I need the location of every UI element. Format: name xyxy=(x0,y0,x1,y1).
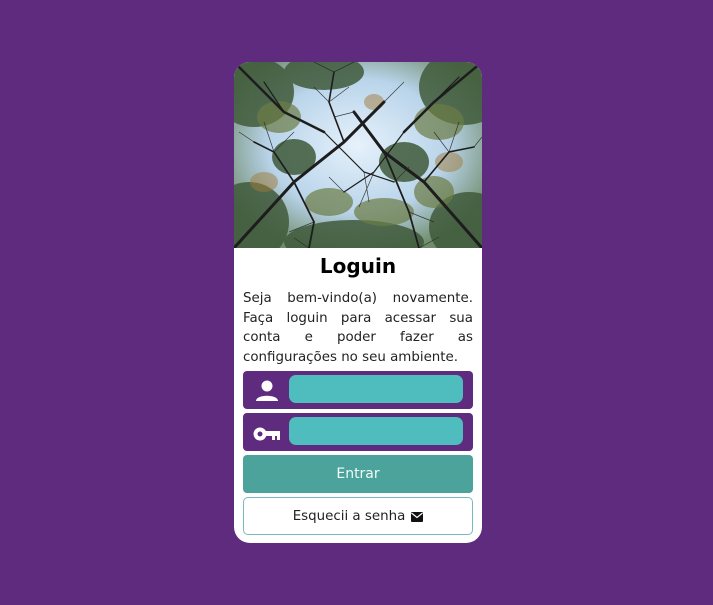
enter-button[interactable]: Entrar xyxy=(243,455,473,493)
key-icon xyxy=(252,421,282,445)
intro-text: Seja bem-vindo(a) novamente. Faça loguin… xyxy=(243,291,473,365)
page-title: Loguin xyxy=(319,254,397,278)
forgot-password-button[interactable]: Esquecii a senha xyxy=(243,497,473,535)
password-field-row xyxy=(243,413,473,451)
envelope-icon xyxy=(411,511,424,522)
login-card: Loguin Seja bem-vindo(a) novamente. Faça… xyxy=(234,62,482,543)
forest-canopy-image xyxy=(234,62,482,248)
username-field-row xyxy=(243,371,473,409)
user-icon xyxy=(252,379,282,403)
password-input[interactable] xyxy=(289,417,463,445)
username-input[interactable] xyxy=(289,375,463,403)
forgot-password-label: Esquecii a senha xyxy=(292,508,406,524)
